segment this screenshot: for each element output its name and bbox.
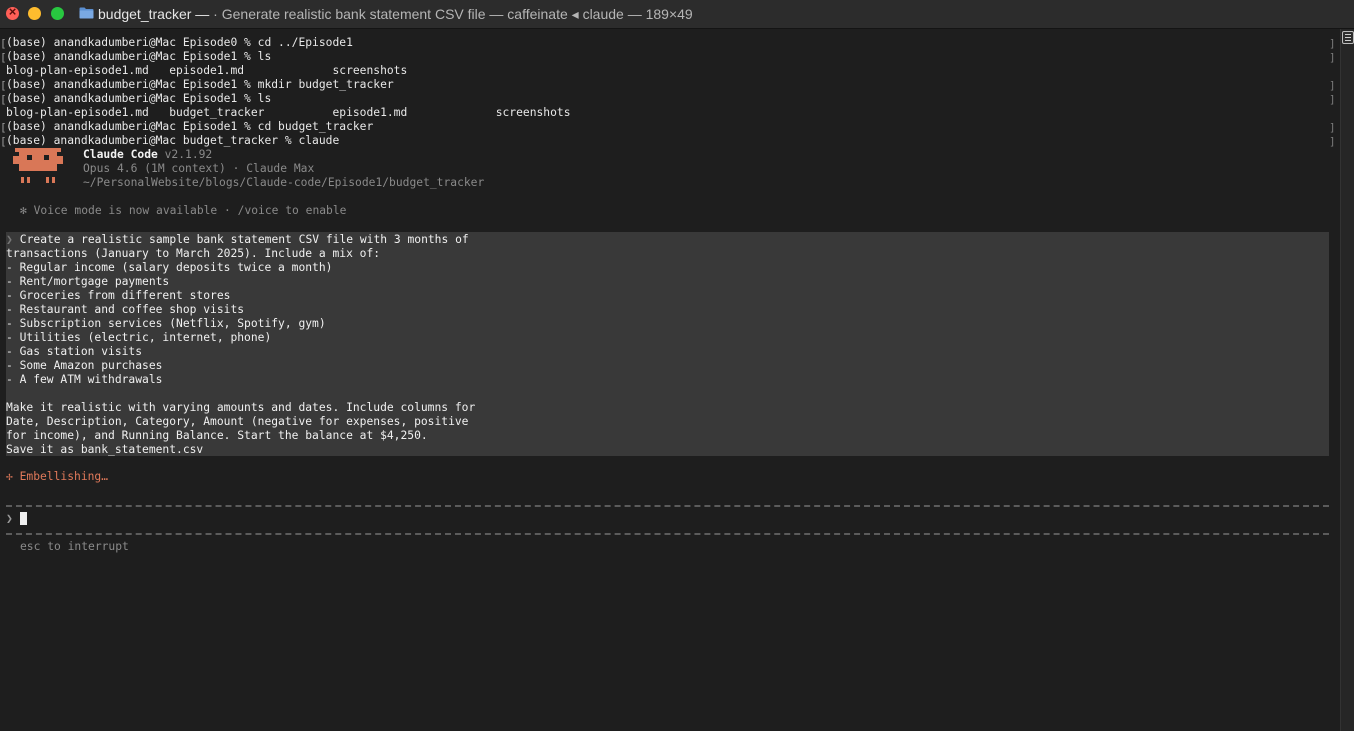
history-line: (base) anandkadumberi@Mac budget_tracker… bbox=[6, 134, 340, 147]
text-cursor[interactable] bbox=[20, 512, 27, 525]
input-bottom-divider bbox=[6, 533, 1329, 535]
prompt-line: - Subscription services (Netflix, Spotif… bbox=[6, 317, 326, 330]
submitted-prompt: ❯ Create a realistic sample bank stateme… bbox=[6, 232, 1329, 456]
prompt-line: - A few ATM withdrawals bbox=[6, 373, 163, 386]
terminal-window: budget_tracker — · Generate realistic ba… bbox=[0, 0, 1354, 731]
minimize-window-button[interactable] bbox=[28, 7, 41, 20]
status-spinner-text: ✢ Embellishing… bbox=[6, 470, 109, 483]
mark-bracket: ] bbox=[1329, 79, 1336, 92]
history-line: blog-plan-episode1.md budget_tracker epi… bbox=[6, 106, 571, 119]
prompt-line: Create a realistic sample bank statement… bbox=[13, 233, 469, 246]
history-line: (base) anandkadumberi@Mac Episode1 % cd … bbox=[6, 120, 374, 133]
prompt-line: - Groceries from different stores bbox=[6, 289, 231, 302]
prompt-line: - Regular income (salary deposits twice … bbox=[6, 261, 333, 274]
claude-working-dir: ~/PersonalWebsite/blogs/Claude-code/Epis… bbox=[83, 176, 485, 189]
history-line: (base) anandkadumberi@Mac Episode1 % ls bbox=[6, 50, 272, 63]
claude-version: v2.1.92 bbox=[157, 148, 213, 161]
folder-icon bbox=[79, 7, 94, 19]
window-title-rest: · Generate realistic bank statement CSV … bbox=[209, 6, 693, 22]
terminal-content[interactable]: [ ] (base) anandkadumberi@Mac Episode0 %… bbox=[0, 29, 1340, 731]
voice-mode-notice: ✻ Voice mode is now available · /voice t… bbox=[20, 204, 347, 217]
claude-logo-icon bbox=[13, 148, 63, 183]
prompt-line: - Rent/mortgage payments bbox=[6, 275, 170, 288]
interrupt-hint: esc to interrupt bbox=[20, 540, 129, 553]
input-top-divider bbox=[6, 505, 1329, 507]
history-line: (base) anandkadumberi@Mac Episode1 % ls bbox=[6, 92, 272, 105]
prompt-line: - Utilities (electric, internet, phone) bbox=[6, 331, 272, 344]
claude-app-name: Claude Code bbox=[83, 148, 158, 161]
window-title-folder: budget_tracker — bbox=[98, 6, 210, 22]
input-caret: ❯ bbox=[6, 512, 13, 525]
history-line: blog-plan-episode1.md episode1.md screen… bbox=[6, 64, 408, 77]
zoom-window-button[interactable] bbox=[51, 7, 64, 20]
window-title: budget_tracker — · Generate realistic ba… bbox=[98, 6, 693, 23]
prompt-caret: ❯ bbox=[6, 233, 13, 246]
history-line: (base) anandkadumberi@Mac Episode1 % mkd… bbox=[6, 78, 394, 91]
mark-bracket: ] bbox=[1329, 135, 1336, 148]
scroll-menu-icon[interactable] bbox=[1342, 31, 1354, 44]
history-line: (base) anandkadumberi@Mac Episode0 % cd … bbox=[6, 36, 353, 49]
prompt-line: transactions (January to March 2025). In… bbox=[6, 247, 381, 260]
prompt-line: Save it as bank_statement.csv bbox=[6, 443, 204, 456]
prompt-line: for income), and Running Balance. Start … bbox=[6, 429, 428, 442]
prompt-line: - Some Amazon purchases bbox=[6, 359, 163, 372]
prompt-line: - Restaurant and coffee shop visits bbox=[6, 303, 245, 316]
scrollbar[interactable] bbox=[1340, 29, 1354, 731]
claude-model: Opus 4.6 (1M context) · Claude Max bbox=[83, 162, 315, 175]
title-bar[interactable]: budget_tracker — · Generate realistic ba… bbox=[0, 0, 1354, 29]
prompt-line: Date, Description, Category, Amount (neg… bbox=[6, 415, 469, 428]
mark-bracket: ] bbox=[1329, 93, 1336, 106]
close-window-button[interactable] bbox=[6, 4, 19, 20]
claude-header-title: Claude Code v2.1.92 bbox=[83, 148, 212, 162]
mark-bracket: ] bbox=[1329, 51, 1336, 64]
mark-bracket: ] bbox=[1329, 37, 1336, 50]
mark-bracket: ] bbox=[1329, 121, 1336, 134]
prompt-line: - Gas station visits bbox=[6, 345, 143, 358]
prompt-line: Make it realistic with varying amounts a… bbox=[6, 401, 476, 414]
